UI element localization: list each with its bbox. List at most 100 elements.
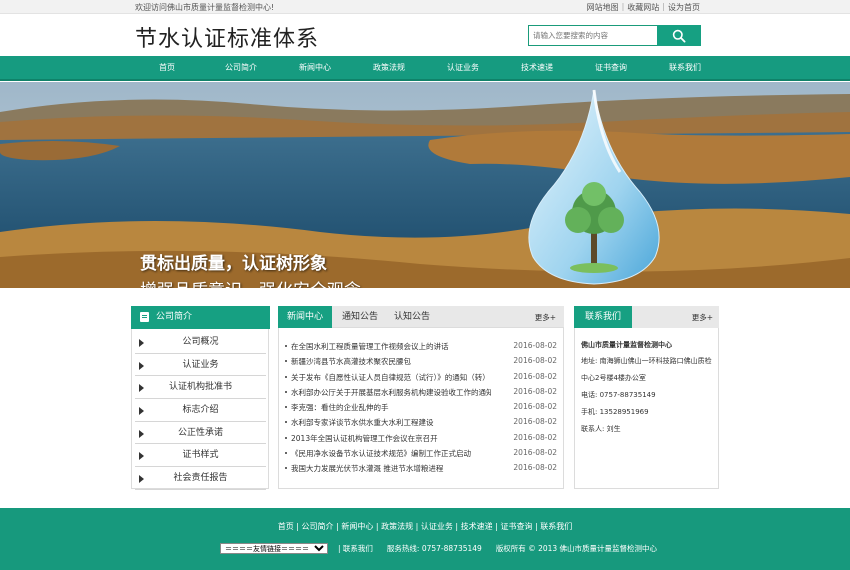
tab-recognition-notices[interactable]: 认知公告 [394,306,430,328]
news-item[interactable]: 关于发布《自愿性认证人员自律规范（试行）》的通知（转） 2016-08-02 [284,371,557,386]
bullet-icon [285,406,287,409]
contact-info: 佛山市质量计量监督检测中心 地址: 南海狮山佛山一环科技路口佛山质检中心2号楼4… [581,339,713,438]
sidebar-item-overview[interactable]: 公司概况 [135,331,266,354]
site-title: 节水认证标准体系 [135,27,320,52]
news-more-link[interactable]: 更多+ [535,312,556,323]
arrow-right-icon [139,339,144,347]
sidebar-item-logo-intro[interactable]: 标志介绍 [135,399,266,422]
news-tabs: 新闻中心 通知公告 认知公告 更多+ [278,306,564,328]
top-bar: 欢迎访问佛山市质量计量监督检测中心! 网站地图 | 收藏网站 | 设为首页 [0,0,850,14]
nav-certificate-query[interactable]: 证书查询 [574,56,648,80]
arrow-right-icon [139,407,144,416]
footer-info-row: ＝＝＝＝友情链接＝＝＝＝ | 联系我们 服务热线: 0757-88735149 … [220,543,671,554]
banner-slogan-1: 贯标出质量，认证树形象 [140,254,327,274]
news-list: 在全国水利工程质量管理工作视频会议上的讲话 2016-08-02 新疆沙湾县节水高灌… [284,340,557,478]
news-item-date: 2016-08-02 [513,448,557,458]
news-item-title: 我国大力发展光伏节水灌溉 推进节水增粮进程 [291,464,444,474]
news-item-title: 新疆沙湾县节水高灌技术聚农民腰包 [291,357,411,367]
nav-news[interactable]: 新闻中心 [278,56,352,80]
bullet-icon [285,375,287,378]
contact-panel: 联系我们 更多+ 佛山市质量计量监督检测中心 地址: 南海狮山佛山一环科技路口佛… [574,306,719,489]
bullet-icon [285,421,287,424]
news-item-date: 2016-08-02 [513,402,557,412]
top-links: 网站地图 | 收藏网站 | 设为首页 [587,2,700,13]
arrow-right-icon [139,384,144,393]
friend-links-select[interactable]: ＝＝＝＝友情链接＝＝＝＝ [220,543,328,554]
sidebar-item-label: 证书样式 [182,450,219,461]
separator: | [662,2,665,11]
banner-landscape-image [0,82,850,288]
nav-company-intro[interactable]: 公司简介 [204,56,278,80]
nav-tech-express[interactable]: 技术速递 [500,56,574,80]
main-nav: 首页 公司简介 新闻中心 政策法规 认证业务 技术速递 证书查询 联系我们 [0,56,850,81]
footer-copyright: 版权所有 © 2013 佛山市质量计量监督检测中心 [495,544,658,553]
footer-hotline: 服务热线: 0757-88735149 [386,544,482,553]
news-item-title: 《民用净水设备节水认证技术规范》编制工作正式启动 [291,449,471,459]
banner-slogan-2: 增强品质意识，强化安全观念 [140,276,361,288]
contact-phone: 电话: 0757-88735149 [581,391,656,399]
news-item[interactable]: 《民用净水设备节水认证技术规范》编制工作正式启动 2016-08-02 [284,447,557,462]
sidebar-item-impartiality[interactable]: 公正性承诺 [135,422,266,445]
search-icon [672,29,686,43]
sidebar-item-label: 社会责任报告 [173,473,228,484]
bookmark-link[interactable]: 收藏网站 [627,2,659,13]
sidebar-item-label: 公司概况 [182,337,219,347]
search-input[interactable] [528,25,658,46]
news-item-date: 2016-08-02 [513,386,557,396]
company-intro-header: 公司简介 [131,306,270,329]
nav-certification[interactable]: 认证业务 [426,56,500,80]
hero-banner: 贯标出质量，认证树形象 增强品质意识，强化安全观念 [0,82,850,288]
document-icon [140,312,149,322]
tab-news[interactable]: 新闻中心 [278,306,333,328]
sidebar-item-approval[interactable]: 认证机构批准书 [135,376,266,400]
contact-more-link[interactable]: 更多+ [692,312,713,323]
sidebar-item-label: 公正性承诺 [177,427,223,438]
news-item-date: 2016-08-02 [513,463,557,473]
arrow-right-icon [139,361,144,370]
footer-contact-link[interactable]: | 联系我们 [338,543,373,554]
news-item[interactable]: 水利部专家详谈节水供水重大水利工程建设 2016-08-02 [284,416,557,431]
set-homepage-link[interactable]: 设为首页 [668,2,700,13]
news-item-date: 2016-08-02 [513,356,557,366]
news-item-title: 水利部办公厅关于开展基层水利服务机构建设验收工作的通知（... [291,387,491,397]
sidebar-item-label: 认证机构批准书 [168,382,232,393]
news-item-title: 2013年全国认证机构管理工作会议在京召开 [291,433,438,443]
sidebar-item-certification[interactable]: 认证业务 [135,354,266,377]
bullet-icon [285,345,287,347]
sidebar-item-certificate-sample[interactable]: 证书样式 [135,444,266,468]
news-item[interactable]: 我国大力发展光伏节水灌溉 推进节水增粮进程 2016-08-02 [284,462,557,477]
bullet-icon [285,360,287,363]
news-item[interactable]: 新疆沙湾县节水高灌技术聚农民腰包 2016-08-02 [284,355,557,370]
contact-mobile: 手机: 13528951969 [581,408,649,416]
news-item-title: 水利部专家详谈节水供水重大水利工程建设 [291,418,434,428]
news-item-date: 2016-08-02 [513,341,557,350]
sidebar-item-label: 认证业务 [182,359,219,370]
separator: | [621,2,625,11]
news-panel: 新闻中心 通知公告 认知公告 更多+ 在全国水利工程质量管理工作视频会议上的讲话… [278,306,564,489]
arrow-right-icon [139,429,144,438]
arrow-right-icon [139,475,144,484]
news-item-date: 2016-08-02 [513,417,557,427]
nav-home[interactable]: 首页 [130,56,204,80]
news-item-date: 2016-08-02 [513,371,557,381]
tab-notices[interactable]: 通知公告 [342,306,378,328]
news-item[interactable]: 水利部办公厅关于开展基层水利服务机构建设验收工作的通知（... 2016-08-0… [284,386,557,401]
nav-contact[interactable]: 联系我们 [648,56,722,80]
search-button[interactable] [657,25,701,46]
bullet-icon [285,452,287,455]
contact-tabs: 联系我们 更多+ [574,306,719,328]
news-item[interactable]: 在全国水利工程质量管理工作视频会议上的讲话 2016-08-02 [284,340,557,355]
sidebar-item-social-responsibility[interactable]: 社会责任报告 [135,467,266,490]
news-item[interactable]: 李克强：看住的企业乱伸的手 2016-08-02 [284,401,557,416]
footer-links[interactable]: 首页 | 公司简介 | 新闻中心 | 政策法规 | 认证业务 | 技术速递 | … [0,521,850,532]
news-item-title: 在全国水利工程质量管理工作视频会议上的讲话 [291,342,449,351]
news-item-date: 2016-08-02 [513,432,557,442]
contact-address: 地址: 南海狮山佛山一环科技路口佛山质检中心2号楼4楼办公室 [581,357,712,382]
bullet-icon [285,467,287,470]
sitemap-link[interactable]: 网站地图 [587,2,619,13]
contact-title: 联系我们 [574,306,633,328]
arrow-right-icon [139,452,144,461]
bullet-icon [285,436,287,439]
news-item[interactable]: 2013年全国认证机构管理工作会议在京召开 2016-08-02 [284,432,557,447]
nav-policy[interactable]: 政策法规 [352,56,426,80]
